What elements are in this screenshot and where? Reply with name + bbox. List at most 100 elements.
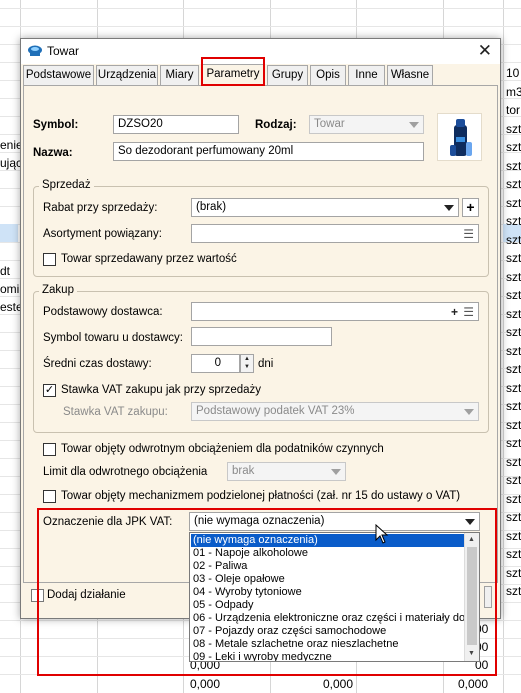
dostawca-label: Podstawowy dostawca:	[43, 306, 163, 318]
plus-icon[interactable]: +	[451, 306, 458, 318]
wartosc-checkbox[interactable]	[43, 253, 56, 266]
bg-unit-cell: szt	[506, 343, 521, 358]
zakup-title: Zakup	[39, 284, 77, 296]
bg-unit-cell: szt	[506, 473, 521, 487]
rodzaj-value: Towar	[314, 118, 345, 130]
tab-label: Własne	[390, 69, 430, 81]
bg-unit-cell: szt	[506, 214, 521, 228]
tab-label: Grupy	[271, 69, 304, 81]
tab-wlasne[interactable]: Własne	[387, 65, 433, 85]
bg-left-text: ując	[0, 156, 23, 170]
vat-select: Podstawowy podatek VAT 23%	[191, 402, 479, 421]
mpp-checkbox[interactable]	[43, 490, 56, 503]
tab-urzadzenia[interactable]: Urządzenia	[96, 65, 158, 85]
bg-row-line	[0, 26, 521, 27]
tab-label: Urządzenia	[97, 69, 157, 81]
bg-unit-cell: szt	[506, 362, 521, 376]
rabat-value: (brak)	[196, 201, 227, 213]
tab-inne[interactable]: Inne	[348, 65, 385, 85]
rodzaj-label: Rodzaj:	[255, 119, 297, 131]
tab-label: Miary	[165, 69, 194, 81]
tab-label: Opis	[316, 69, 340, 81]
bg-unit-cell: m3	[506, 84, 521, 99]
bg-unit-cell: szt	[506, 380, 521, 395]
chevron-down-icon	[444, 205, 454, 211]
jpk-highlight-box	[37, 508, 497, 676]
bg-left-text: dt	[0, 264, 11, 278]
bg-unit-cell: szt	[506, 251, 521, 265]
tab-highlight-box	[201, 57, 265, 86]
limit-value: brak	[232, 465, 255, 477]
wartosc-label: Towar sprzedawany przez wartość	[61, 253, 237, 265]
bg-unit-cell: szt	[506, 288, 521, 302]
rabat-select[interactable]: (brak)	[191, 198, 459, 217]
bg-cell: 0,000	[323, 677, 354, 691]
symbol-dostawcy-input[interactable]	[191, 327, 332, 346]
product-image[interactable]	[437, 113, 482, 161]
deodorant-icon	[450, 119, 472, 156]
bg-unit-cell: szt	[506, 584, 521, 598]
limit-label: Limit dla odwrotnego obciążenia	[43, 466, 208, 478]
symbol-label: Symbol:	[33, 119, 79, 131]
bg-unit-cell: szt	[506, 436, 521, 450]
bg-unit-cell: szt	[506, 158, 521, 173]
tab-podstawowe[interactable]: Podstawowe	[23, 65, 94, 85]
bg-unit-cell: szt	[506, 121, 521, 136]
bg-unit-cell: szt	[506, 195, 521, 210]
bg-left-text: omi	[0, 282, 20, 296]
background-selected-row	[0, 224, 18, 242]
vat-label: Stawka VAT zakupu:	[63, 406, 168, 418]
vat-same-checkbox[interactable]: ✓	[43, 384, 56, 397]
czas-unit: dni	[258, 358, 274, 370]
bg-unit-cell: szt	[506, 140, 521, 154]
chevron-down-icon	[464, 409, 474, 415]
window-title: Towar	[47, 44, 80, 58]
bg-row-line	[0, 8, 521, 9]
bg-unit-cell: 10	[506, 66, 520, 80]
bg-cell: 0,000	[190, 677, 221, 691]
nazwa-input[interactable]: So dezodorant perfumowany 20ml	[113, 142, 424, 161]
odwrotne-label: Towar objęty odwrotnym obciążeniem dla p…	[61, 443, 384, 455]
bg-unit-cell: szt	[506, 306, 521, 321]
tab-grupy[interactable]: Grupy	[267, 65, 308, 85]
bg-unit-cell: szt	[506, 547, 521, 561]
bg-cell: 0,000	[458, 677, 489, 691]
bg-unit-cell: szt	[506, 491, 521, 506]
close-icon[interactable]: ✕	[478, 41, 492, 61]
nazwa-label: Nazwa:	[33, 147, 73, 159]
tab-label: Podstawowe	[25, 69, 92, 81]
symbol-dostawcy-label: Symbol towaru u dostawcy:	[43, 332, 183, 344]
bg-unit-cell: szt	[506, 565, 521, 580]
odwrotne-checkbox[interactable]	[43, 443, 56, 456]
quantity-stepper[interactable]: ▲ ▼	[240, 354, 254, 373]
czas-dostawy-label: Średni czas dostawy:	[43, 358, 152, 370]
chevron-down-icon	[331, 469, 341, 475]
tab-label: Inne	[355, 69, 378, 81]
mpp-label: Towar objęty mechanizmem podzielonej pła…	[61, 490, 461, 502]
asortyment-label: Asortyment powiązany:	[43, 228, 162, 240]
list-icon[interactable]: ☰	[463, 228, 474, 240]
czas-dostawy-input[interactable]: 0	[191, 354, 240, 373]
add-rabat-button[interactable]: +	[462, 198, 479, 217]
app-logo-icon	[28, 45, 42, 56]
vat-same-label: Stawka VAT zakupu jak przy sprzedaży	[61, 384, 262, 396]
bg-unit-cell: szt	[506, 528, 521, 543]
bg-unit-cell: tor	[506, 103, 521, 117]
tab-opis[interactable]: Opis	[310, 65, 346, 85]
rodzaj-select: Towar	[309, 115, 424, 134]
bg-unit-cell: szt	[506, 399, 521, 413]
tab-miary[interactable]: Miary	[160, 65, 199, 85]
dostawca-input[interactable]: + ☰	[191, 302, 479, 321]
bg-unit-cell: szt	[506, 510, 521, 524]
chevron-down-icon	[409, 122, 419, 128]
bg-unit-cell: szt	[506, 325, 521, 339]
bg-unit-cell: szt	[506, 232, 521, 247]
symbol-input[interactable]: DZSO20	[113, 115, 239, 134]
vat-value: Podstawowy podatek VAT 23%	[196, 405, 355, 417]
sprzedaz-title: Sprzedaż	[39, 179, 94, 191]
bg-unit-cell: szt	[506, 454, 521, 469]
list-icon[interactable]: ☰	[463, 306, 474, 318]
asortyment-input[interactable]: ☰	[191, 224, 479, 243]
rabat-label: Rabat przy sprzedaży:	[43, 202, 158, 214]
bg-unit-cell: szt	[506, 269, 521, 284]
